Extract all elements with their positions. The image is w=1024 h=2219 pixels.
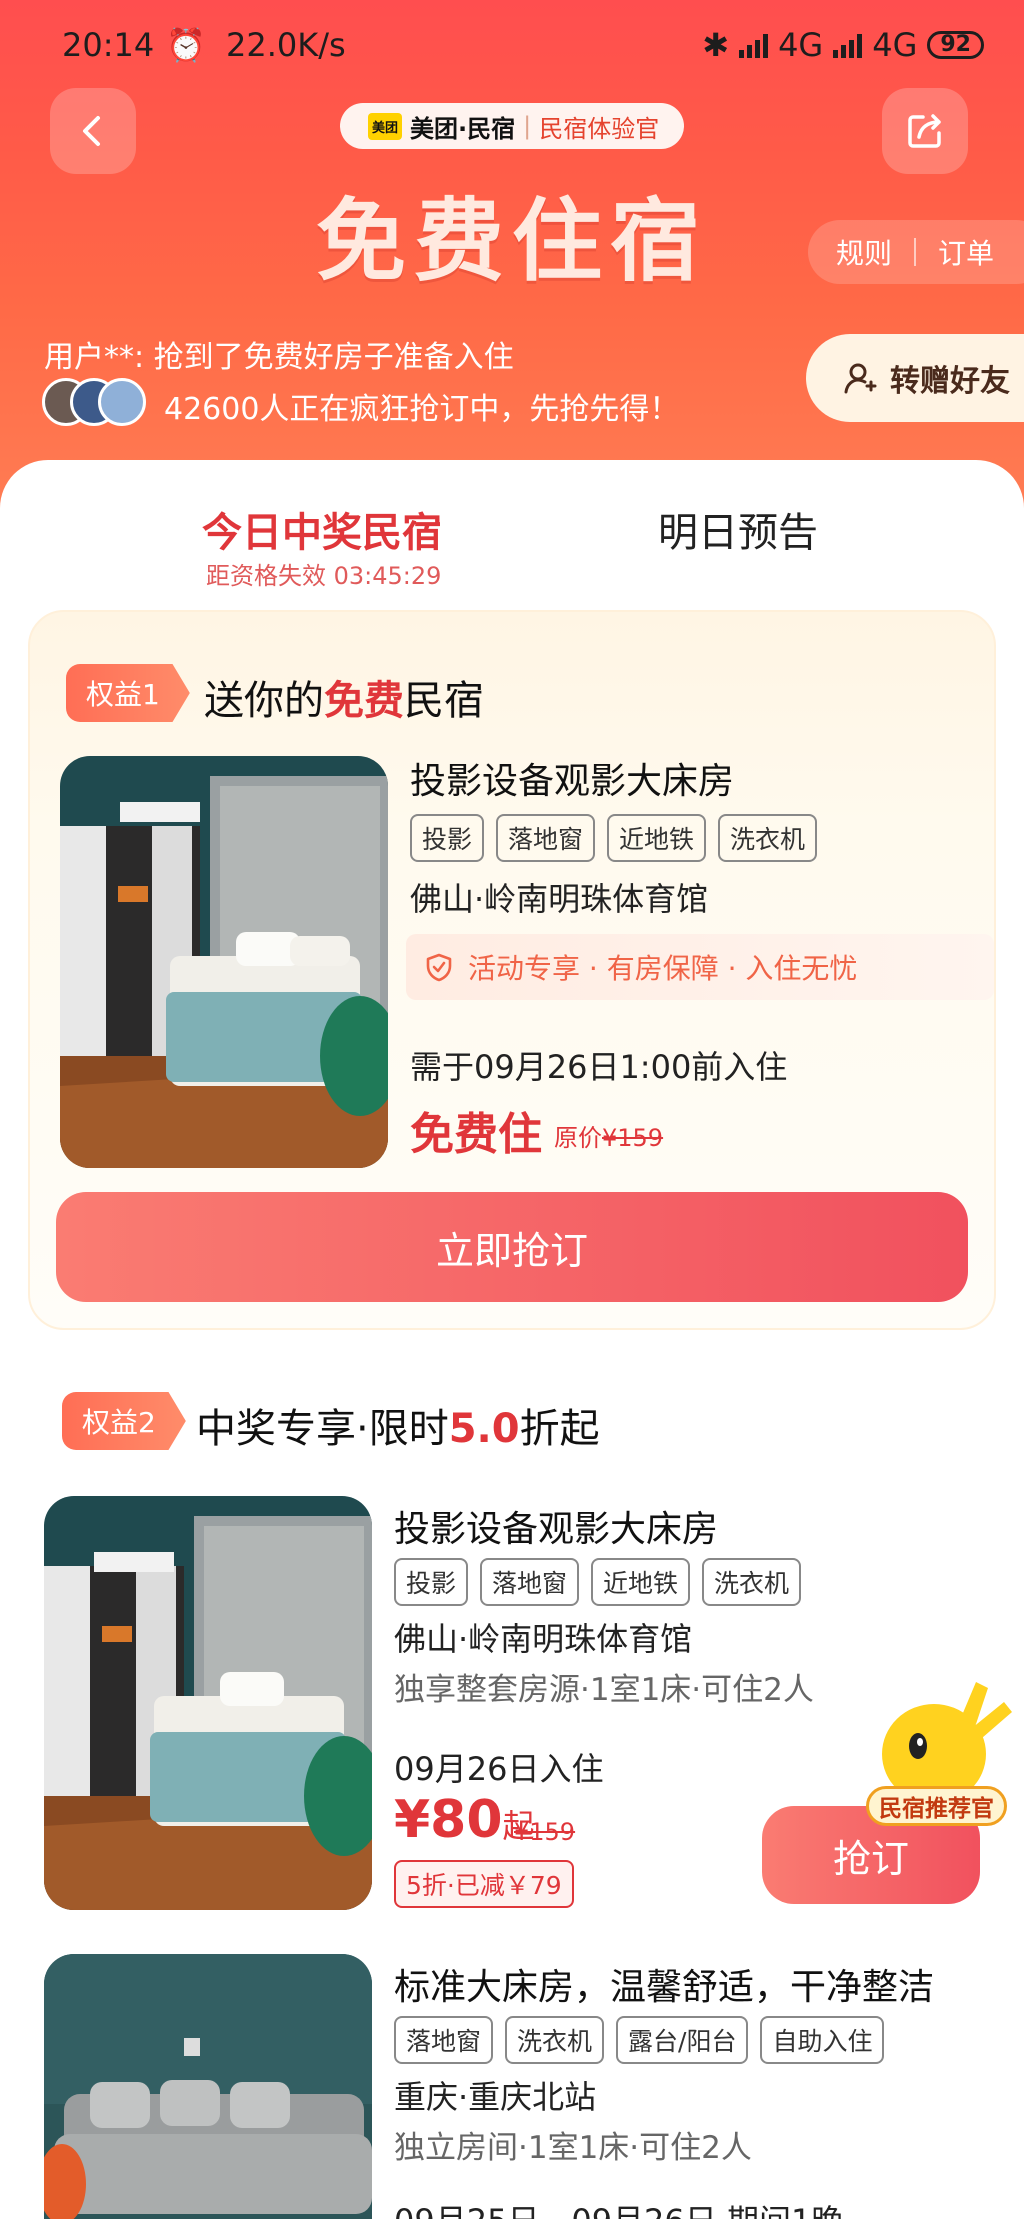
room-photo[interactable] <box>60 756 388 1168</box>
room-photo[interactable] <box>44 1496 372 1910</box>
avatar-stack <box>42 378 152 428</box>
network-label-1: 4G <box>778 26 824 64</box>
feature-chip: 落地窗 <box>480 1558 580 1606</box>
brand-pill: 美团 美团·民宿 | 民宿体验官 <box>340 103 684 149</box>
feature-chip: 近地铁 <box>607 814 707 862</box>
brand-subtitle: 民宿体验官 <box>539 114 660 143</box>
room-chips: 落地窗 洗衣机 露台/阳台 自助入住 <box>394 2016 885 2064</box>
pill-divider <box>914 238 917 266</box>
shield-icon <box>426 953 452 982</box>
gift-friend-label: 转赠好友 <box>890 364 1010 399</box>
share-icon <box>908 114 941 148</box>
network-label-2: 4G <box>872 26 918 64</box>
room-photo[interactable] <box>44 1954 372 2219</box>
room-description: 独立房间·1室1床·可住2人 <box>394 2130 752 2166</box>
avatar <box>98 378 146 426</box>
brand-divider: | <box>523 112 532 140</box>
user-gift-icon <box>844 363 877 394</box>
participant-count: 42600人正在疯狂抢订中，先抢先得！ <box>164 392 680 427</box>
feature-chip: 自助入住 <box>760 2016 885 2064</box>
original-price-label: 原价 <box>554 1124 602 1152</box>
original-price-value: ¥159 <box>514 1818 576 1846</box>
original-price-value: ¥159 <box>602 1124 664 1152</box>
feature-chip: 洗衣机 <box>505 2016 605 2064</box>
back-button[interactable] <box>50 88 136 174</box>
feature-chip: 洗衣机 <box>702 1558 802 1606</box>
winner-notice: 用户**: 抢到了免费好房子准备入住 <box>44 340 514 375</box>
room-location: 佛山·岭南明珠体育馆 <box>394 1620 693 1658</box>
mascot-label[interactable]: 民宿推荐官 <box>866 1786 1007 1826</box>
status-bar: 20:14 ⏰ 22.0K/s ✱ 4G 4G 92 <box>0 0 1024 90</box>
countdown-text: 距资格失效 03:45:29 <box>206 562 442 590</box>
room-title[interactable]: 标准大床房，温馨舒适，干净整洁 <box>394 1958 934 2010</box>
benefit2-title-post: 折起 <box>519 1406 600 1452</box>
room-chips: 投影 落地窗 近地铁 洗衣机 <box>410 814 818 862</box>
brand-name: 美团·民宿 <box>410 114 516 143</box>
benefit2-badge: 权益2 <box>62 1392 186 1450</box>
grab-now-button[interactable]: 立即抢订 <box>56 1192 968 1302</box>
benefit2-title-pre: 中奖专享·限时 <box>196 1406 449 1452</box>
status-right: ✱ 4G 4G 92 <box>702 26 984 64</box>
benefit1-title-highlight: 免费 <box>324 678 404 724</box>
benefit1-title-post: 民宿 <box>404 678 484 724</box>
feature-chip: 落地窗 <box>496 814 596 862</box>
clock-alarm-icon: ⏰ <box>166 26 206 64</box>
back-arrow-icon <box>83 116 100 146</box>
room-chips: 投影 落地窗 近地铁 洗衣机 <box>394 1558 802 1606</box>
tab-tomorrow[interactable]: 明日预告 <box>658 500 818 558</box>
checkin-date: 09月25日 - 09月26日 期间1晚 <box>394 2196 843 2219</box>
signal-icon <box>739 32 769 58</box>
benefit2-title: 中奖专享·限时5.0折起 <box>196 1396 600 1454</box>
page-title: 免费住宿 <box>316 189 708 294</box>
guarantee-text: 活动专享 · 有房保障 · 入住无忧 <box>468 952 858 985</box>
checkin-deadline: 需于09月26日1:00前入住 <box>410 1048 788 1086</box>
bluetooth-icon: ✱ <box>702 26 730 64</box>
discount-badge: 5折·已减￥79 <box>394 1860 574 1908</box>
price-value: ¥80 <box>394 1790 503 1850</box>
original-price: 原价¥159 <box>554 1118 663 1153</box>
feature-chip: 洗衣机 <box>718 814 818 862</box>
benefit1-title: 送你的免费民宿 <box>204 668 484 726</box>
meituan-logo: 美团 <box>368 112 403 140</box>
tab-today[interactable]: 今日中奖民宿 <box>202 500 442 558</box>
room-location: 佛山·岭南明珠体育馆 <box>410 880 709 918</box>
gift-friend-button[interactable]: 转赠好友 <box>806 334 1024 422</box>
guarantee-banner: 活动专享 · 有房保障 · 入住无忧 <box>406 934 994 1000</box>
status-speed: 22.0K/s <box>226 26 346 64</box>
feature-chip: 近地铁 <box>591 1558 691 1606</box>
battery-indicator: 92 <box>927 31 984 59</box>
signal-icon <box>833 32 863 58</box>
rule-order-pill: 规则 订单 <box>808 220 1024 284</box>
feature-chip: 露台/阳台 <box>616 2016 749 2064</box>
room-location: 重庆·重庆北站 <box>394 2078 597 2116</box>
benefit1-title-pre: 送你的 <box>204 678 324 724</box>
feature-chip: 落地窗 <box>394 2016 494 2064</box>
room-title[interactable]: 投影设备观影大床房 <box>410 752 734 804</box>
rules-link[interactable]: 规则 <box>836 232 892 272</box>
orders-link[interactable]: 订单 <box>938 232 994 272</box>
benefit1-badge: 权益1 <box>66 664 190 722</box>
status-time: 20:14 <box>62 26 155 64</box>
feature-chip: 投影 <box>394 1558 469 1606</box>
room-description: 独享整套房源·1室1床·可住2人 <box>394 1672 814 1708</box>
checkin-date: 09月26日入住 <box>394 1750 604 1788</box>
share-button[interactable] <box>882 88 968 174</box>
original-price: ¥159 <box>514 1818 575 1846</box>
feature-chip: 投影 <box>410 814 485 862</box>
free-stay-label: 免费住 <box>410 1109 542 1160</box>
room-title[interactable]: 投影设备观影大床房 <box>394 1500 718 1552</box>
benefit2-title-highlight: 5.0 <box>448 1406 520 1452</box>
